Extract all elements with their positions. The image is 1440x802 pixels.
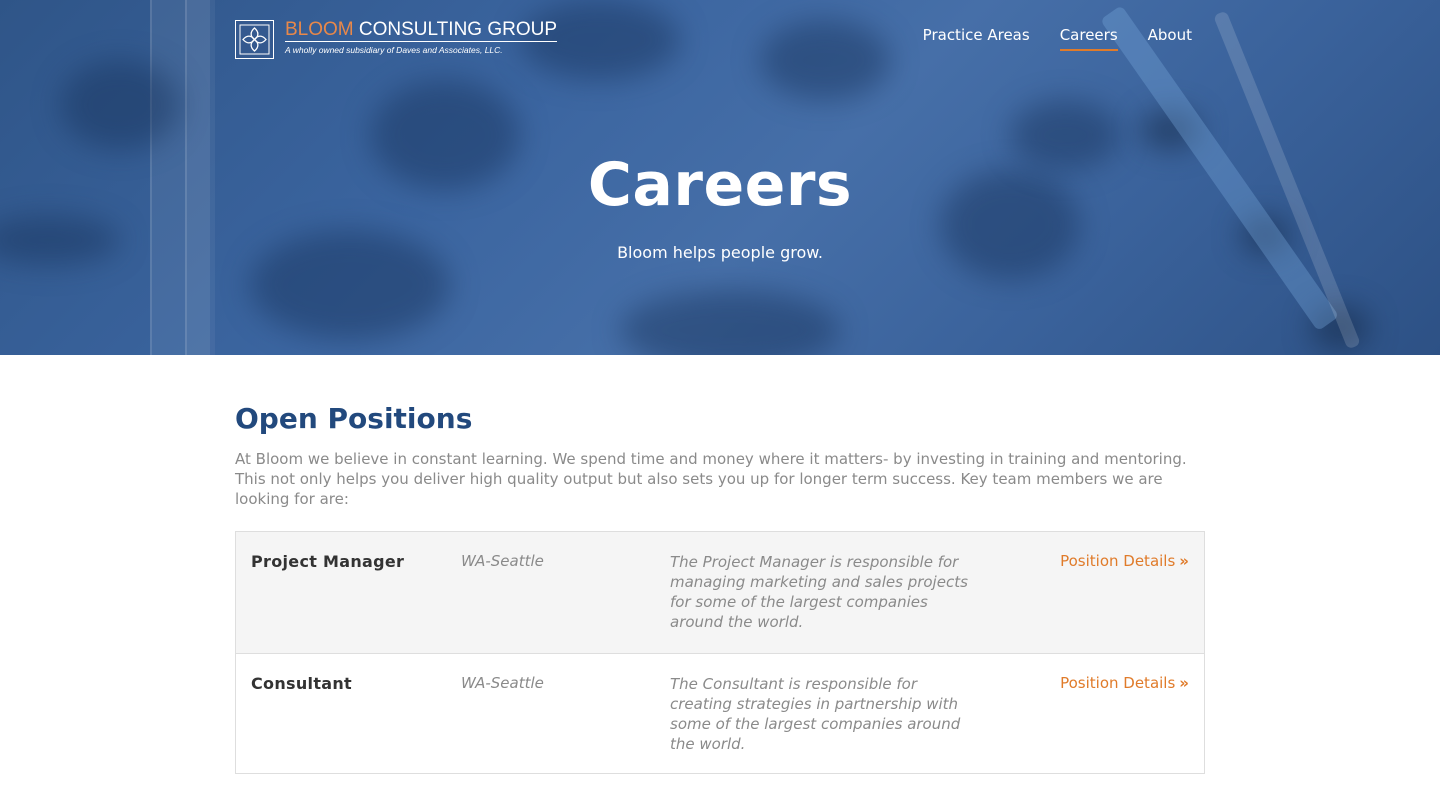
hero-banner: BLOOM CONSULTING GROUP A wholly owned su… [0, 0, 1440, 355]
section-title: Open Positions [235, 402, 473, 435]
position-title: Project Manager [251, 552, 405, 571]
positions-table: Project Manager WA-Seattle The Project M… [235, 531, 1205, 774]
position-description: The Consultant is responsible for creati… [670, 675, 961, 753]
brand-tagline: A wholly owned subsidiary of Daves and A… [285, 45, 503, 55]
main-content: Open Positions At Bloom we believe in co… [235, 402, 1205, 774]
double-chevron-right-icon: » [1179, 674, 1189, 692]
logo-flower-icon [235, 20, 274, 59]
position-details-label: Position Details [1060, 674, 1176, 692]
position-row: Consultant WA-Seattle The Consultant is … [236, 653, 1204, 773]
section-intro: At Bloom we believe in constant learning… [235, 450, 1187, 508]
site-header: BLOOM CONSULTING GROUP A wholly owned su… [235, 20, 1205, 60]
position-details-label: Position Details [1060, 552, 1176, 570]
position-row: Project Manager WA-Seattle The Project M… [236, 532, 1204, 653]
position-title: Consultant [251, 674, 353, 693]
double-chevron-right-icon: » [1179, 552, 1189, 570]
position-location: WA-Seattle [461, 674, 544, 692]
position-details-link[interactable]: Position Details» [970, 552, 1189, 653]
position-description: The Project Manager is responsible for m… [670, 553, 968, 631]
brand-name-accent: BLOOM [285, 19, 354, 40]
brand-name-rest: CONSULTING GROUP [358, 19, 558, 40]
page-title: Careers [587, 150, 853, 220]
page-subtitle: Bloom helps people grow. [617, 243, 823, 262]
brand-logo[interactable]: BLOOM CONSULTING GROUP A wholly owned su… [235, 19, 558, 59]
main-nav: Practice Areas Careers About [923, 26, 1192, 51]
position-details-link[interactable]: Position Details» [970, 674, 1189, 773]
nav-practice-areas[interactable]: Practice Areas [923, 26, 1030, 51]
nav-about[interactable]: About [1148, 26, 1192, 51]
nav-careers[interactable]: Careers [1059, 26, 1118, 51]
position-location: WA-Seattle [461, 552, 544, 570]
brand-wordmark: BLOOM CONSULTING GROUP A wholly owned su… [285, 19, 558, 55]
brand-name: BLOOM CONSULTING GROUP [285, 19, 558, 42]
